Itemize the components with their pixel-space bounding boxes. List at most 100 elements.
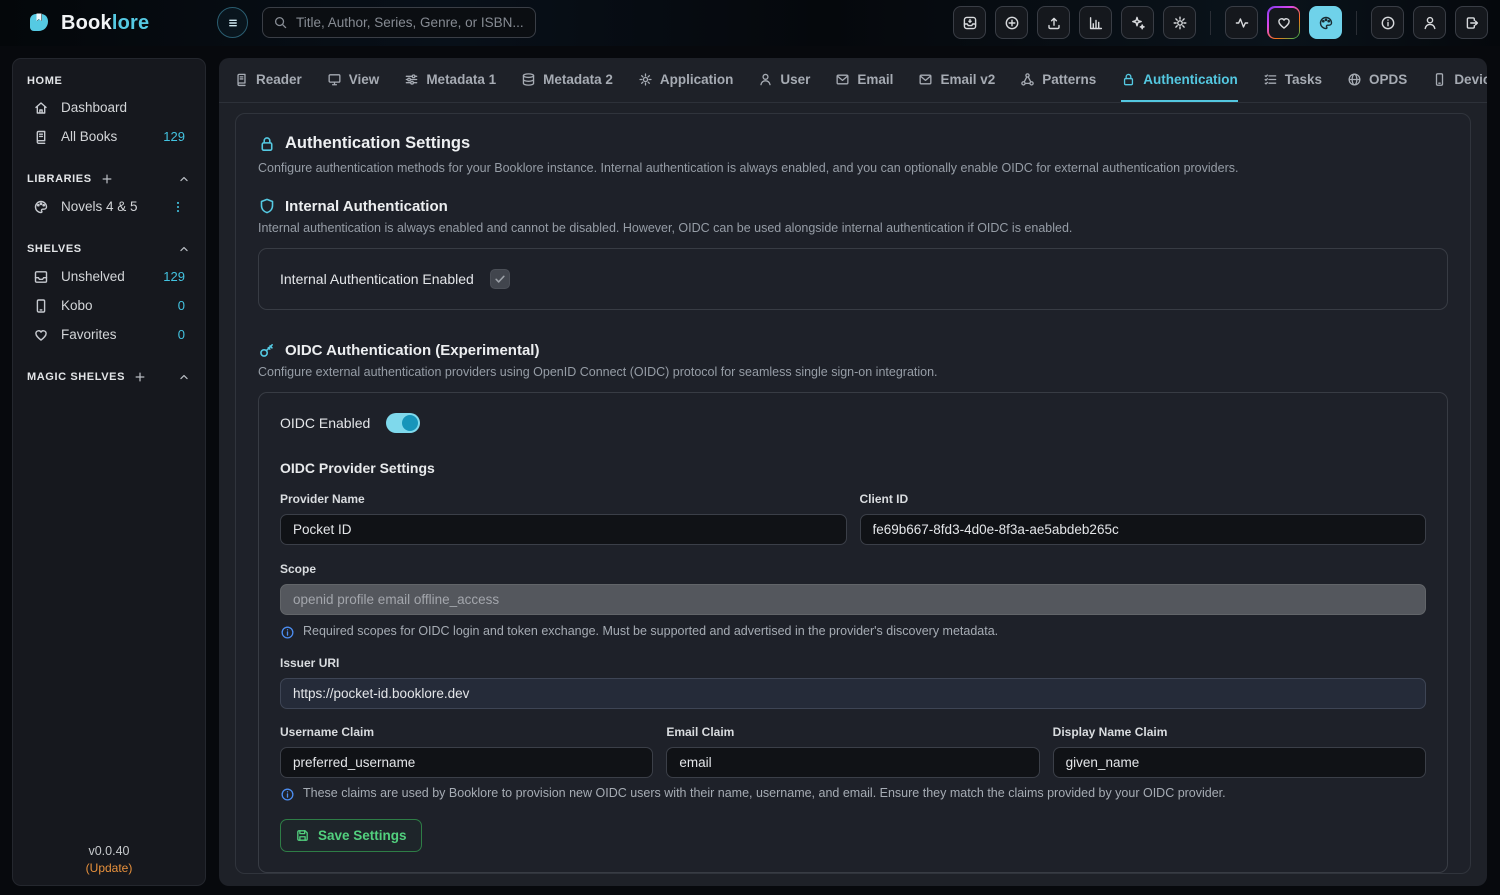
upload-icon — [1046, 15, 1062, 31]
oidc-enabled-label: OIDC Enabled — [280, 415, 370, 431]
internal-auth-title: Internal Authentication — [285, 198, 448, 215]
logout-button[interactable] — [1455, 6, 1488, 39]
sidebar-item-dashboard[interactable]: Dashboard — [27, 93, 191, 122]
account-button[interactable] — [1413, 6, 1446, 39]
internal-auth-panel: Internal Authentication Enabled — [258, 248, 1448, 310]
gear-icon — [638, 72, 653, 87]
version-label: v0.0.40 — [13, 844, 205, 858]
sidebar-section-magic-shelves: MAGIC SHELVES — [27, 370, 191, 384]
oidc-auth-panel: OIDC Enabled OIDC Provider Settings Prov… — [258, 392, 1448, 873]
update-link[interactable]: (Update) — [13, 861, 205, 875]
sidebar-item-label: Kobo — [61, 298, 93, 313]
lock-icon — [258, 135, 276, 153]
logout-icon — [1464, 15, 1480, 31]
username-claim-input[interactable] — [280, 747, 653, 778]
favorites-button[interactable] — [1267, 6, 1300, 39]
heart-icon — [33, 327, 49, 343]
tab-user[interactable]: User — [758, 58, 810, 102]
divider — [1356, 11, 1357, 35]
sidebar: HOME Dashboard All Books 129 LIBRARIES N… — [12, 58, 206, 886]
library-menu-button[interactable] — [171, 200, 185, 214]
sidebar-item-label: Dashboard — [61, 100, 127, 115]
section-label: LIBRARIES — [27, 173, 92, 185]
menu-button[interactable] — [217, 7, 248, 38]
claims-note: These claims are used by Booklore to pro… — [280, 786, 1426, 802]
tab-view[interactable]: View — [327, 58, 380, 102]
top-bar: Booklore — [0, 0, 1500, 46]
tab-patterns[interactable]: Patterns — [1020, 58, 1096, 102]
client-id-label: Client ID — [860, 492, 1427, 506]
settings-button[interactable] — [1163, 6, 1196, 39]
inbox-in-button[interactable] — [953, 6, 986, 39]
tab-metadata-2[interactable]: Metadata 2 — [521, 58, 613, 102]
palette-icon — [33, 199, 49, 215]
toggle-knob — [402, 415, 418, 431]
collapse-libraries-button[interactable] — [177, 172, 191, 186]
mail-icon — [835, 72, 850, 87]
chevron-up-icon — [177, 242, 191, 256]
tab-email[interactable]: Email — [835, 58, 893, 102]
add-button[interactable] — [995, 6, 1028, 39]
client-id-field: Client ID — [860, 492, 1427, 545]
collapse-magic-shelves-button[interactable] — [177, 370, 191, 384]
provider-name-field: Provider Name — [280, 492, 847, 545]
count-badge: 129 — [163, 129, 185, 144]
main-panel: Reader View Metadata 1 Metadata 2 Applic… — [219, 58, 1487, 886]
email-claim-field: Email Claim — [666, 725, 1039, 778]
info-button[interactable] — [1371, 6, 1404, 39]
divider — [1210, 11, 1211, 35]
internal-auth-enabled-label: Internal Authentication Enabled — [280, 271, 474, 287]
tab-authentication[interactable]: Authentication — [1121, 58, 1238, 102]
display-name-claim-input[interactable] — [1053, 747, 1426, 778]
tab-tasks[interactable]: Tasks — [1263, 58, 1322, 102]
internal-auth-enabled-checkbox[interactable] — [490, 269, 510, 289]
monitor-icon — [327, 72, 342, 87]
sidebar-item-novels[interactable]: Novels 4 & 5 — [27, 192, 191, 221]
sidebar-item-kobo[interactable]: Kobo 0 — [27, 291, 191, 320]
key-icon — [258, 341, 276, 359]
sidebar-item-unshelved[interactable]: Unshelved 129 — [27, 262, 191, 291]
search-box[interactable] — [262, 7, 536, 38]
provider-name-input[interactable] — [280, 514, 847, 545]
sidebar-item-label: Novels 4 & 5 — [61, 199, 138, 214]
shield-icon — [258, 197, 276, 215]
oidc-auth-description: Configure external authentication provid… — [258, 365, 1448, 379]
inbox-icon — [33, 269, 49, 285]
tab-devices[interactable]: Devices — [1432, 58, 1487, 102]
activity-button[interactable] — [1225, 6, 1258, 39]
app-logo[interactable]: Booklore — [26, 10, 149, 36]
authentication-settings-card: Authentication Settings Configure authen… — [235, 113, 1471, 874]
plus-icon — [133, 370, 147, 384]
tab-opds[interactable]: OPDS — [1347, 58, 1407, 102]
tab-application[interactable]: Application — [638, 58, 734, 102]
add-circle-icon — [1004, 15, 1020, 31]
tab-email-v2[interactable]: Email v2 — [918, 58, 995, 102]
chevron-up-icon — [177, 370, 191, 384]
issuer-uri-input[interactable] — [280, 678, 1426, 709]
collapse-shelves-button[interactable] — [177, 242, 191, 256]
client-id-input[interactable] — [860, 514, 1427, 545]
user-icon — [758, 72, 773, 87]
email-claim-input[interactable] — [666, 747, 1039, 778]
add-library-button[interactable] — [100, 172, 114, 186]
reader-icon — [234, 72, 249, 87]
email-claim-label: Email Claim — [666, 725, 1039, 739]
save-settings-button[interactable]: Save Settings — [280, 819, 422, 852]
provider-name-label: Provider Name — [280, 492, 847, 506]
scope-note: Required scopes for OIDC login and token… — [280, 624, 1426, 640]
theme-button[interactable] — [1309, 6, 1342, 39]
sidebar-item-favorites[interactable]: Favorites 0 — [27, 320, 191, 349]
search-icon — [273, 15, 288, 30]
tab-metadata-1[interactable]: Metadata 1 — [404, 58, 496, 102]
upload-button[interactable] — [1037, 6, 1070, 39]
tablet-icon — [33, 298, 49, 314]
add-magic-shelf-button[interactable] — [133, 370, 147, 384]
globe-icon — [1347, 72, 1362, 87]
scope-field: Scope — [280, 562, 1426, 615]
magic-button[interactable] — [1121, 6, 1154, 39]
stats-button[interactable] — [1079, 6, 1112, 39]
tab-reader[interactable]: Reader — [234, 58, 302, 102]
sidebar-item-all-books[interactable]: All Books 129 — [27, 122, 191, 151]
oidc-enabled-toggle[interactable] — [386, 413, 420, 433]
search-input[interactable] — [296, 15, 525, 30]
